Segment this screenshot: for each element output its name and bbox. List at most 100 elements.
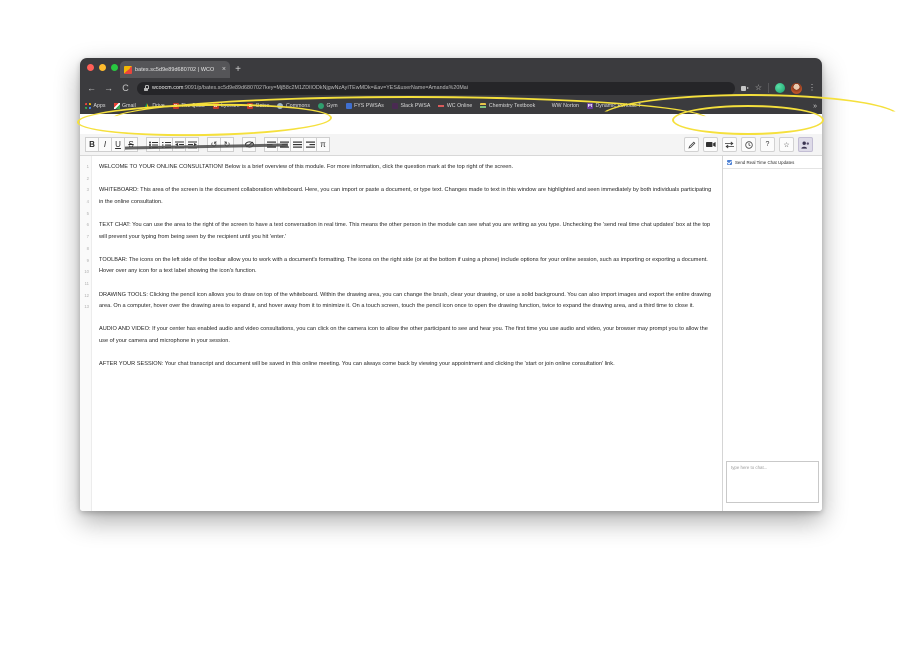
bookmark-label: Apps — [93, 103, 106, 109]
link-group — [242, 137, 256, 152]
line-number: 10 — [84, 269, 89, 275]
align-center-button[interactable] — [277, 137, 291, 152]
letter-b-icon: B — [172, 102, 179, 109]
none-icon — [543, 103, 549, 109]
document-editor[interactable]: WELCOME TO YOUR ONLINE CONSULTATION! Bel… — [92, 156, 722, 511]
document-paragraph: AFTER YOUR SESSION: Your chat transcript… — [99, 361, 615, 368]
realtime-chat-toggle[interactable]: Send Real Time Chat Updates — [723, 156, 822, 169]
bookmark-slack-pwsa[interactable]: Slack PWSA — [391, 103, 430, 109]
browser-tab[interactable]: bates.sc5d9e89d680702 | WCO × — [120, 61, 230, 78]
reload-icon[interactable]: C — [120, 83, 131, 93]
screenshot-root: bates.sc5d9e89d680702 | WCO × + ← → C wc… — [0, 0, 900, 649]
bookmark-drive[interactable]: Drive — [143, 103, 165, 109]
slack-icon — [391, 103, 398, 109]
lock-icon — [144, 85, 150, 91]
purple-pt-icon: Pt — [587, 102, 593, 109]
tab-favicon-icon — [124, 65, 132, 74]
bookmark-label: The Quad — [181, 103, 205, 109]
bookmark-fys-pwsas[interactable]: FYS PWSAs — [345, 103, 384, 109]
bookmark-gym[interactable]: Gym — [317, 103, 338, 109]
drive-icon — [143, 103, 150, 109]
document-paragraph: AUDIO AND VIDEO: If your center has enab… — [99, 326, 708, 344]
bookmark-label: Dynamic Periodic T — [595, 103, 642, 109]
address-bar-url: wcoocm.com:9091/p/bates.sc5d9e89d6807027… — [152, 85, 468, 91]
bookmark-bates[interactable]: B Bates — [247, 103, 269, 109]
bullet-list-button[interactable] — [146, 137, 160, 152]
line-number: 12 — [84, 292, 89, 298]
letter-b-icon: B — [212, 102, 219, 109]
chat-input[interactable] — [726, 461, 819, 503]
close-window-button[interactable] — [87, 64, 94, 71]
realtime-chat-label: Send Real Time Chat Updates — [735, 160, 795, 165]
align-left-button[interactable] — [264, 137, 278, 152]
document-paragraph: DRAWING TOOLS: Clicking the pencil icon … — [99, 291, 711, 310]
import-export-button[interactable] — [722, 137, 737, 152]
bookmark-apps[interactable]: Apps — [85, 103, 106, 109]
bookmark-the-quad[interactable]: B The Quad — [172, 102, 205, 109]
letter-b-icon: B — [247, 102, 254, 109]
pencil-draw-button[interactable] — [684, 137, 699, 152]
address-bar[interactable]: wcoocm.com:9091/p/bates.sc5d9e89d6807027… — [137, 81, 735, 95]
bookmark-star-icon[interactable]: ☆ — [755, 84, 762, 92]
help-question-button[interactable]: ? — [760, 137, 775, 152]
strikethrough-button[interactable]: S — [124, 137, 138, 152]
whiteboard-area[interactable]: 1 2 3 4 5 6 7 8 9 10 11 12 13 WELCOME TO… — [80, 156, 722, 511]
align-justify-button[interactable] — [290, 137, 304, 152]
numbered-list-button[interactable] — [159, 137, 173, 152]
redo-button[interactable]: ↻ — [220, 137, 234, 152]
timer-button[interactable] — [741, 137, 756, 152]
tab-close-icon[interactable]: × — [222, 66, 226, 73]
checkbox-checked-icon[interactable] — [727, 160, 732, 165]
bookmark-label: Drive — [152, 103, 165, 109]
bookmark-gmail[interactable]: Gmail — [113, 103, 136, 109]
align-right-button[interactable] — [303, 137, 317, 152]
star-favorite-button[interactable]: ☆ — [779, 137, 794, 152]
maximize-window-button[interactable] — [111, 64, 118, 71]
link-button[interactable] — [242, 137, 256, 152]
bookmark-label: FYS PWSAs — [354, 103, 384, 109]
participants-button[interactable] — [798, 137, 813, 152]
app-body: 1 2 3 4 5 6 7 8 9 10 11 12 13 WELCOME TO… — [80, 156, 822, 511]
bookmark-label: Commons — [285, 103, 310, 109]
bookmark-lyceum[interactable]: B Lyceum — [212, 102, 240, 109]
browser-navbar: ← → C wcoocm.com:9091/p/bates.sc5d9e89d6… — [80, 78, 822, 98]
line-number: 7 — [86, 234, 89, 240]
bold-button[interactable]: B — [85, 137, 99, 152]
new-tab-button[interactable]: + — [230, 61, 246, 78]
bookmark-commons[interactable]: Commons — [277, 103, 310, 109]
editor-toolbar: B I U S ↺ ↻ π ? ☆ — [80, 134, 822, 156]
history-group: ↺ ↻ — [207, 137, 234, 152]
bookmark-label: Bates — [255, 103, 270, 109]
bookmarks-overflow-icon[interactable]: » — [813, 103, 817, 110]
minimize-window-button[interactable] — [99, 64, 106, 71]
line-number: 4 — [86, 199, 89, 205]
bookmark-ww-norton[interactable]: WW Norton — [543, 103, 579, 109]
navbar-right-actions: ☆ ⋮ — [740, 82, 816, 94]
window-controls[interactable] — [87, 64, 118, 71]
chat-input-wrapper — [723, 458, 822, 511]
indent-button[interactable] — [185, 137, 199, 152]
document-paragraph: WELCOME TO YOUR ONLINE CONSULTATION! Bel… — [99, 164, 514, 170]
extension-icon[interactable] — [775, 83, 785, 93]
forward-icon[interactable]: → — [103, 83, 114, 93]
bookmarks-bar: Apps Gmail Drive B The Quad B Lyceum B B… — [80, 98, 822, 114]
tab-title: bates.sc5d9e89d680702 | WCO — [135, 66, 215, 73]
italic-button[interactable]: I — [98, 137, 112, 152]
text-style-group: B I U S — [85, 137, 138, 152]
profile-avatar[interactable] — [791, 82, 802, 94]
globe-icon — [277, 103, 284, 109]
browser-menu-icon[interactable]: ⋮ — [808, 84, 816, 92]
bookmark-dynamic-periodic-table[interactable]: Pt Dynamic Periodic T — [587, 103, 641, 109]
outdent-button[interactable] — [172, 137, 186, 152]
bookmark-chemistry-textbook[interactable]: Chemistry Textbook — [480, 103, 535, 109]
underline-button[interactable]: U — [111, 137, 125, 152]
video-camera-button[interactable] — [703, 137, 718, 152]
cast-icon[interactable] — [740, 85, 749, 91]
bookmark-label: Gmail — [122, 103, 136, 109]
back-icon[interactable]: ← — [86, 83, 97, 93]
line-number: 3 — [86, 187, 89, 193]
bookmark-wc-online[interactable]: WC Online — [438, 103, 472, 109]
undo-button[interactable]: ↺ — [207, 137, 221, 152]
browser-titlebar: bates.sc5d9e89d680702 | WCO × + — [80, 58, 822, 78]
math-button[interactable]: π — [316, 137, 330, 152]
